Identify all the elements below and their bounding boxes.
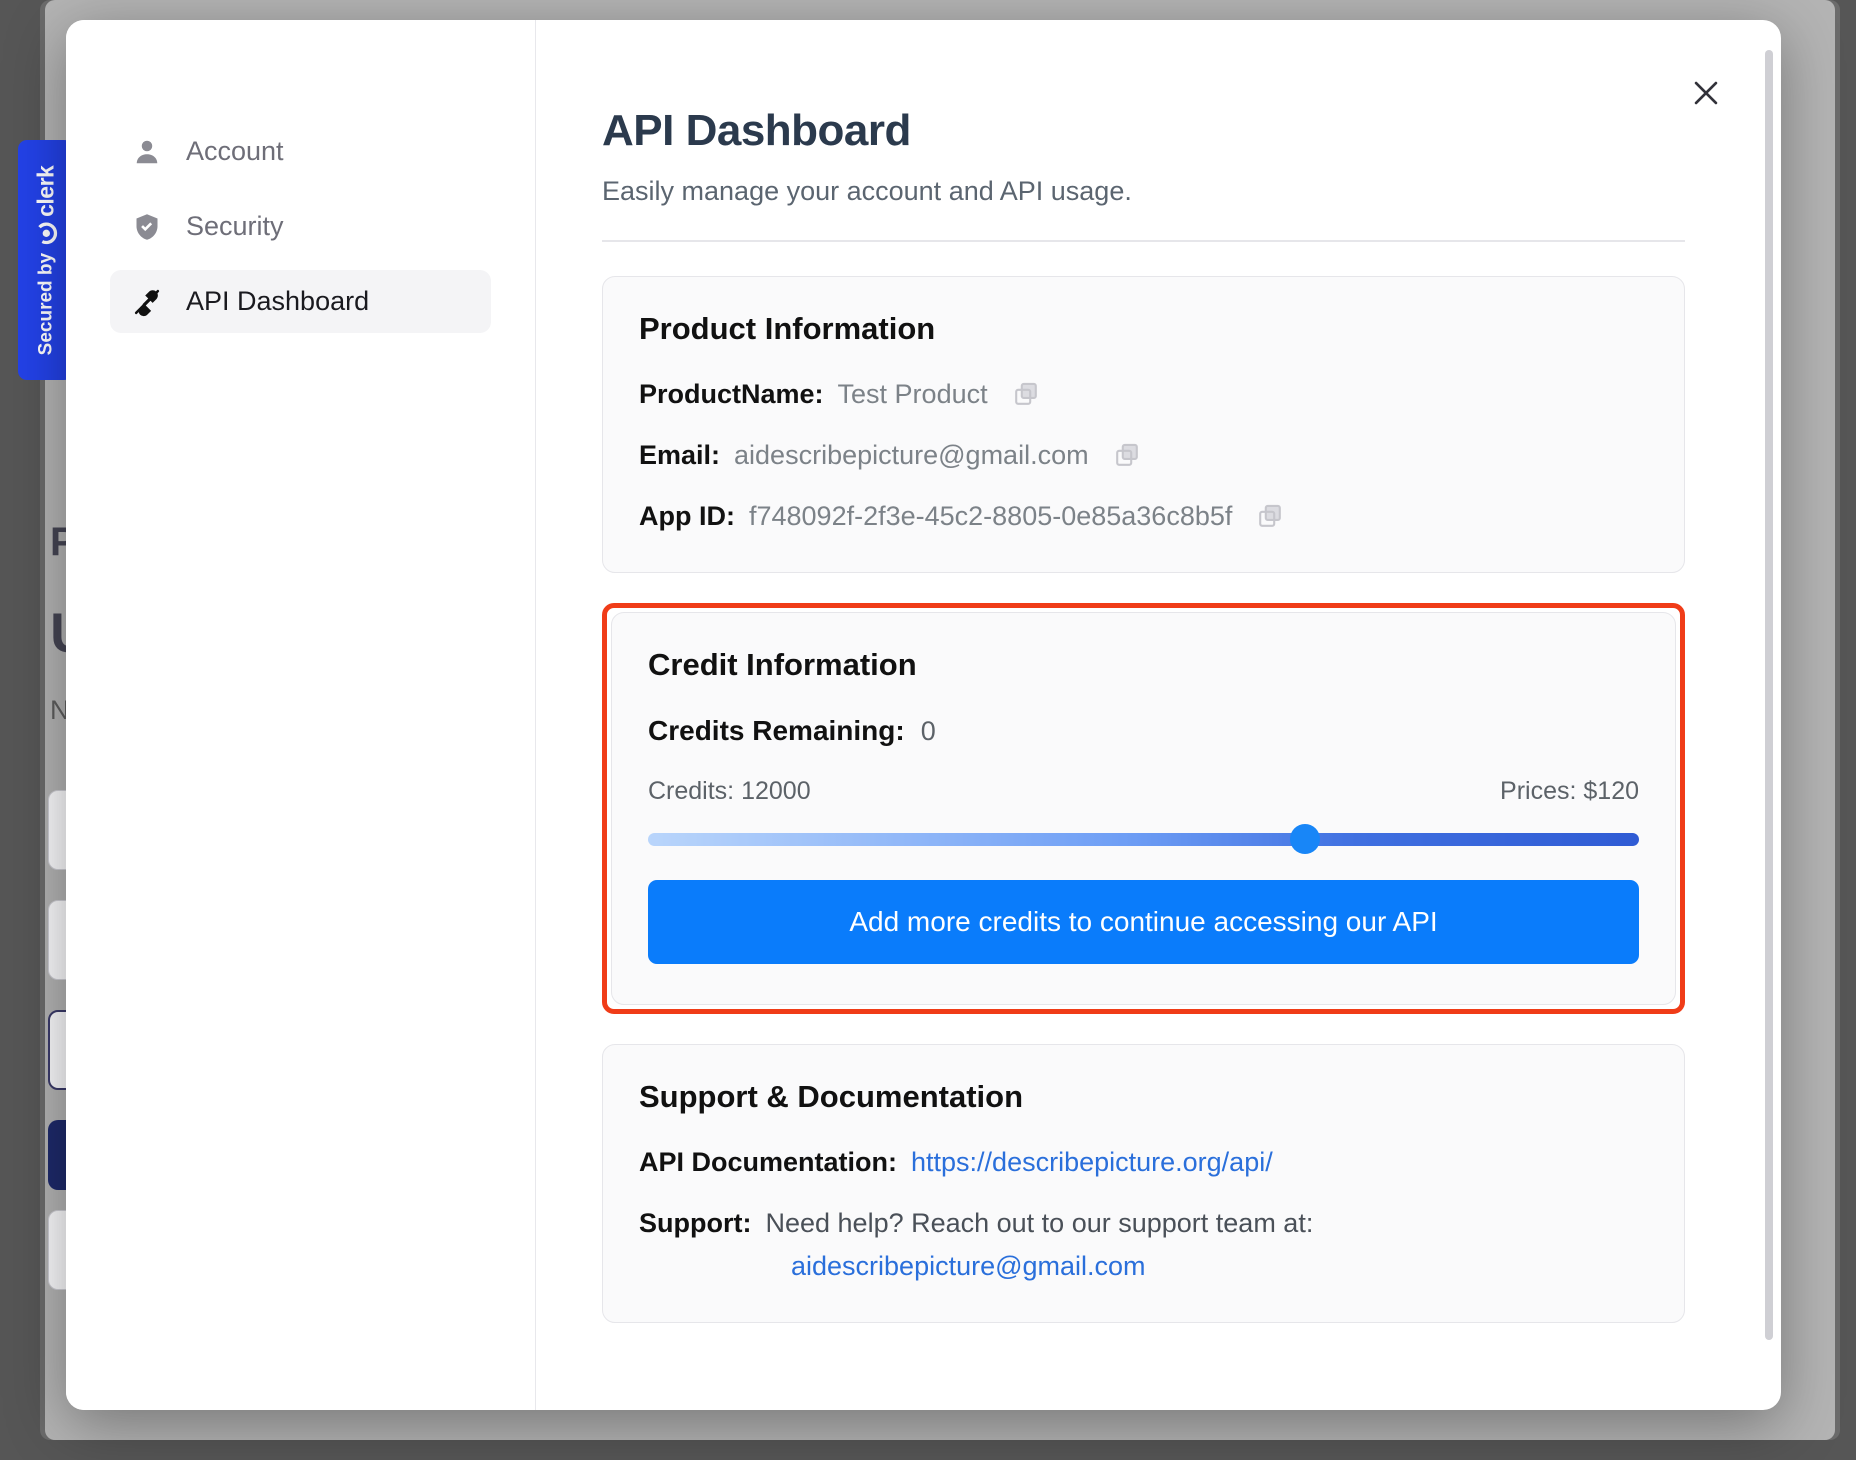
clerk-logo: clerk [32,165,59,244]
product-information-card: Product Information ProductName: Test Pr… [602,275,1685,573]
credits-slider-thumb[interactable] [1290,824,1321,854]
secured-by-label: Secured by [34,252,56,355]
user-icon [132,137,162,167]
close-icon[interactable] [1683,70,1729,116]
app-id-row: App ID: f748092f-2f3e-45c2-8805-0e85a36c… [639,501,1648,532]
product-name-value: Test Product [837,378,988,409]
add-credits-button[interactable]: Add more credits to continue accessing o… [648,879,1639,964]
credits-remaining-value: 0 [920,715,936,746]
sidebar-item-label: API Dashboard [186,286,370,316]
support-documentation-title: Support & Documentation [639,1078,1024,1114]
api-documentation-link[interactable]: https://describepicture.org/api/ [911,1147,1273,1178]
copy-icon[interactable] [1113,441,1141,469]
product-information-title: Product Information [639,310,936,346]
clerk-badge-content: Secured by clerk [32,165,59,355]
sidebar-item-label: Security [186,211,284,241]
email-row: Email: aidescribepicture@gmail.com [639,440,1648,471]
account-settings-modal: Account Security API Dashboard API Dashb… [66,20,1781,1410]
credit-information-title: Credit Information [648,646,917,682]
support-text: Need help? Reach out to our support team… [765,1207,1314,1238]
header-divider [602,240,1685,242]
app-id-label: App ID: [639,500,735,531]
api-documentation-row: API Documentation: https://describepictu… [639,1147,1648,1178]
copy-icon[interactable] [1012,380,1040,408]
support-documentation-card: Support & Documentation API Documentatio… [602,1043,1685,1323]
sidebar-item-account[interactable]: Account [110,120,491,183]
support-row: Support: Need help? Reach out to our sup… [639,1208,1648,1239]
secured-by-clerk-badge[interactable]: Secured by clerk [18,140,73,380]
slider-meta: Credits: 12000 Prices: $120 [648,777,1639,806]
price-label: Prices: $120 [1500,776,1639,805]
api-documentation-label: API Documentation: [639,1146,898,1177]
page-subtitle: Easily manage your account and API usage… [602,176,1132,206]
shield-check-icon [132,212,162,242]
credits-slider[interactable] [648,824,1639,854]
modal-sidebar: Account Security API Dashboard [66,20,536,1410]
sidebar-item-label: Account [186,136,284,166]
sidebar-item-security[interactable]: Security [110,195,491,258]
email-label: Email: [639,439,721,470]
credit-information-highlight: Credit Information Credits Remaining: 0 … [602,602,1685,1014]
plug-icon [132,287,162,317]
support-label: Support: [639,1207,752,1238]
support-email-link[interactable]: aidescribepicture@gmail.com [791,1251,1648,1282]
copy-icon[interactable] [1256,502,1284,530]
credits-remaining-label: Credits Remaining: [648,714,905,746]
product-name-row: ProductName: Test Product [639,379,1648,410]
app-id-value: f748092f-2f3e-45c2-8805-0e85a36c8b5f [748,500,1233,531]
sidebar-item-api-dashboard[interactable]: API Dashboard [110,270,491,333]
screen: P U N Secured by clerk [0,0,1856,1460]
product-name-label: ProductName: [639,378,824,409]
clerk-wordmark: clerk [32,165,58,217]
clerk-mark-icon [34,221,57,244]
page-title: API Dashboard [602,106,911,155]
email-value: aidescribepicture@gmail.com [734,439,1089,470]
credits-remaining-row: Credits Remaining: 0 [648,715,1639,747]
credit-information-card: Credit Information Credits Remaining: 0 … [611,611,1676,1005]
credits-amount-label: Credits: 12000 [648,776,811,805]
scrollbar-thumb[interactable] [1765,50,1773,1340]
modal-content: API Dashboard Easily manage your account… [536,20,1781,1410]
content-scrollbar[interactable] [1765,50,1773,1350]
